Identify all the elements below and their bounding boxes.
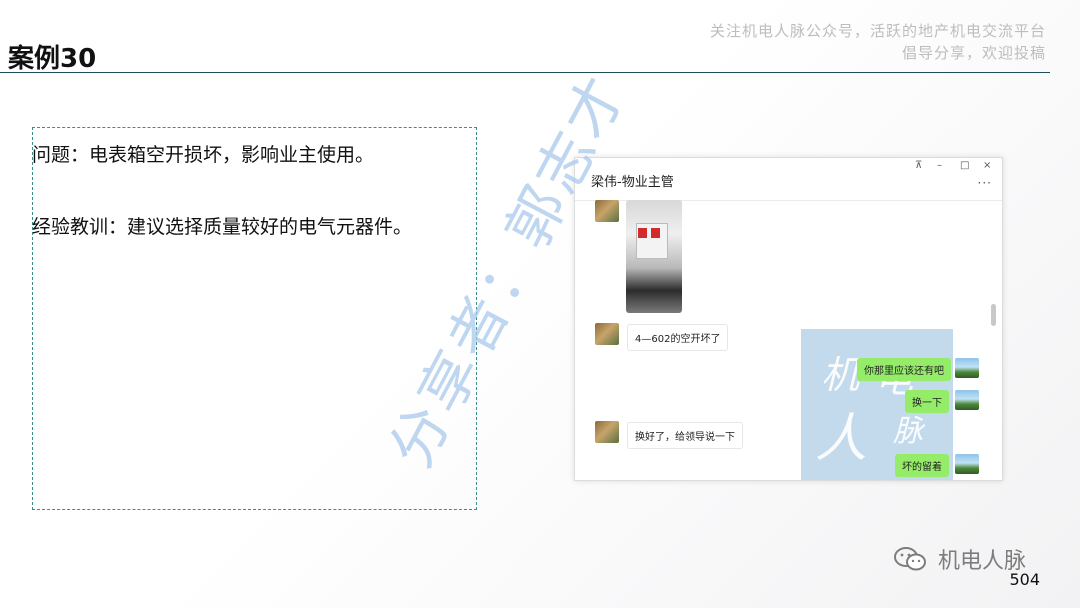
message-bubble-right: 换一下 bbox=[905, 390, 949, 413]
title-underline bbox=[0, 72, 1050, 73]
contact-avatar bbox=[595, 200, 619, 222]
page-number: 504 bbox=[1009, 570, 1040, 589]
self-avatar bbox=[955, 454, 979, 474]
chat-header: 梁伟-物业主管 ⊼ – □ × ··· bbox=[575, 158, 1002, 201]
problem-text: 问题：电表箱空开损坏，影响业主使用。 bbox=[32, 144, 375, 166]
message-bubble-right: 你那里应该还有吧 bbox=[857, 358, 951, 381]
tagline-line-2: 倡导分享，欢迎投稿 bbox=[901, 44, 1046, 62]
tagline-line-1: 关注机电人脉公众号，活跃的地产机电交流平台 bbox=[709, 22, 1046, 40]
overlay-logo-char: 人 bbox=[815, 409, 868, 469]
contact-avatar bbox=[595, 421, 619, 443]
message-bubble-left: 4—602的空开坏了 bbox=[627, 324, 729, 351]
slide-title: 案例30 bbox=[8, 44, 97, 74]
lesson-text: 经验教训：建议选择质量较好的电气元器件。 bbox=[32, 216, 413, 238]
pin-icon[interactable]: ⊼ bbox=[915, 160, 922, 171]
message-bubble-right: 坏的留着 bbox=[895, 454, 949, 477]
maximize-icon[interactable]: □ bbox=[960, 160, 969, 171]
minimize-icon[interactable]: – bbox=[937, 160, 942, 171]
wechat-icon bbox=[894, 547, 926, 571]
self-avatar bbox=[955, 390, 979, 410]
breaker-switch-shape bbox=[638, 228, 647, 238]
overlay-logo-char: 机 bbox=[821, 353, 860, 397]
close-icon[interactable]: × bbox=[983, 160, 991, 171]
self-avatar bbox=[955, 358, 979, 378]
breaker-switch-shape bbox=[651, 228, 660, 238]
message-bubble-left: 换好了，给领导说一下 bbox=[627, 422, 743, 449]
chat-window-screenshot: 梁伟-物业主管 ⊼ – □ × ··· 机 电 人 脉 4—602的空开坏了 你… bbox=[574, 157, 1003, 481]
contact-avatar bbox=[595, 323, 619, 345]
chat-contact-name: 梁伟-物业主管 bbox=[591, 175, 674, 190]
tagline: 关注机电人脉公众号，活跃的地产机电交流平台 倡导分享，欢迎投稿 bbox=[710, 20, 1046, 64]
chat-scrollbar[interactable] bbox=[991, 304, 996, 326]
more-options-icon[interactable]: ··· bbox=[978, 176, 992, 190]
